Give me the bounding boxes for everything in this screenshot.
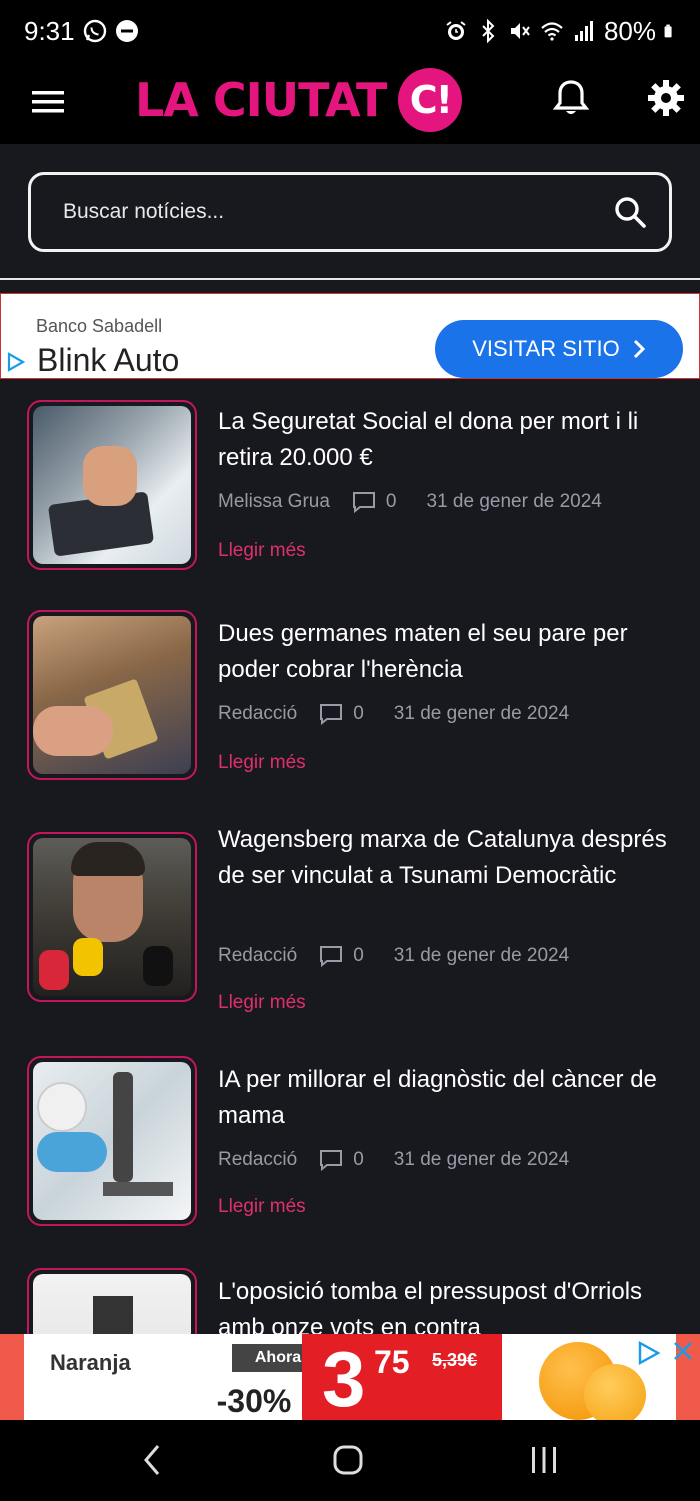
whatsapp-icon <box>83 19 106 43</box>
home-icon[interactable] <box>328 1442 368 1478</box>
ad-price-integer: 3 <box>322 1335 366 1420</box>
ad-choices-icon[interactable] <box>636 1340 662 1366</box>
logo-text: LA CIUTAT <box>135 73 387 127</box>
article-thumbnail[interactable] <box>27 1056 197 1226</box>
read-more-link[interactable]: Llegir més <box>218 1196 306 1218</box>
ad-title: Blink Auto <box>37 342 180 378</box>
comment-icon <box>320 1150 343 1172</box>
bluetooth-icon <box>482 19 495 43</box>
wifi-icon <box>541 22 563 41</box>
ad-discount: -30% <box>208 1382 300 1420</box>
visit-site-label: VISITAR SITIO <box>472 336 620 361</box>
search-input[interactable]: Buscar notícies... <box>28 172 672 252</box>
battery-icon <box>664 24 672 38</box>
search-icon[interactable] <box>613 195 647 229</box>
mute-icon <box>510 23 530 39</box>
close-icon[interactable] <box>672 1340 694 1362</box>
orange-image <box>584 1364 646 1420</box>
back-icon[interactable] <box>132 1442 172 1478</box>
status-time: 9:31 <box>24 15 75 46</box>
comment-icon <box>320 946 343 968</box>
article-meta: Redacció 0 31 de gener de 2024 <box>218 1148 569 1172</box>
article-thumbnail[interactable] <box>27 832 197 1002</box>
bell-icon[interactable] <box>553 78 589 118</box>
visit-site-button[interactable]: VISITAR SITIO <box>435 320 683 378</box>
article-thumbnail[interactable] <box>27 400 197 570</box>
article-author: Redacció <box>218 945 298 966</box>
ad-product-name: Naranja <box>50 1350 131 1375</box>
article-meta: Redacció 0 31 de gener de 2024 <box>218 702 569 726</box>
ad-price-box: 3 75 5,39€ <box>302 1334 502 1420</box>
system-nav-bar <box>0 1420 700 1501</box>
comment-icon <box>352 492 375 514</box>
ad-old-price: 5,39€ <box>432 1350 478 1370</box>
article-author: Redacció <box>218 703 298 724</box>
comment-count: 0 <box>385 491 397 512</box>
article-title[interactable]: IA per millorar el diagnòstic del càncer… <box>218 1062 678 1134</box>
signal-icon <box>574 21 593 41</box>
read-more-link[interactable]: Llegir més <box>218 992 306 1014</box>
ad-banner-top[interactable]: Banco Sabadell Blink Auto VISITAR SITIO <box>0 293 700 379</box>
comment-count: 0 <box>353 1149 364 1170</box>
logo-badge: C! <box>398 68 463 132</box>
comment-icon <box>320 704 343 726</box>
chevron-right-icon <box>633 339 645 359</box>
divider <box>0 278 700 280</box>
ad-choices-icon[interactable] <box>6 352 26 372</box>
app-header: LA CIUTAT C! <box>0 62 700 144</box>
recents-icon[interactable] <box>524 1442 564 1478</box>
article-date: 31 de gener de 2024 <box>393 703 570 724</box>
article-date: 31 de gener de 2024 <box>393 1149 570 1170</box>
status-right: 80% <box>444 16 678 47</box>
menu-icon[interactable] <box>30 84 66 120</box>
comment-count: 0 <box>353 945 364 966</box>
ad-banner-bottom[interactable]: Naranja Ahora -30% 3 75 5,39€ <box>0 1334 700 1420</box>
logo-badge-text: C! <box>409 78 453 122</box>
gear-icon[interactable] <box>646 78 686 118</box>
read-more-link[interactable]: Llegir més <box>218 752 306 774</box>
ad-price-decimal: 75 <box>374 1344 410 1380</box>
article-thumbnail[interactable] <box>27 610 197 780</box>
comment-count: 0 <box>353 703 364 724</box>
article-date: 31 de gener de 2024 <box>426 491 602 512</box>
battery-level: 80% <box>603 15 656 46</box>
ad-bottom-content: Naranja Ahora -30% 3 75 5,39€ <box>24 1334 692 1420</box>
article-meta: Redacció 0 31 de gener de 2024 <box>218 944 569 968</box>
article-meta: Melissa Grua 0 31 de gener de 2024 <box>218 490 602 514</box>
read-more-link[interactable]: Llegir més <box>218 540 306 562</box>
status-bar: 9:31 80% <box>0 0 700 62</box>
article-title[interactable]: Wagensberg marxa de Catalunya després de… <box>218 822 678 894</box>
app-logo[interactable]: LA CIUTAT C! <box>135 64 463 136</box>
search-placeholder: Buscar notícies... <box>63 200 225 223</box>
article-author: Melissa Grua <box>218 491 330 512</box>
alarm-icon <box>446 21 466 40</box>
status-left: 9:31 <box>24 16 139 47</box>
do-not-disturb-icon <box>115 20 138 42</box>
article-title[interactable]: Dues germanes maten el seu pare per pode… <box>218 616 678 688</box>
article-date: 31 de gener de 2024 <box>393 945 570 966</box>
article-author: Redacció <box>218 1149 298 1170</box>
article-title[interactable]: La Seguretat Social el dona per mort i l… <box>218 404 678 476</box>
ad-brand: Banco Sabadell <box>36 316 163 336</box>
